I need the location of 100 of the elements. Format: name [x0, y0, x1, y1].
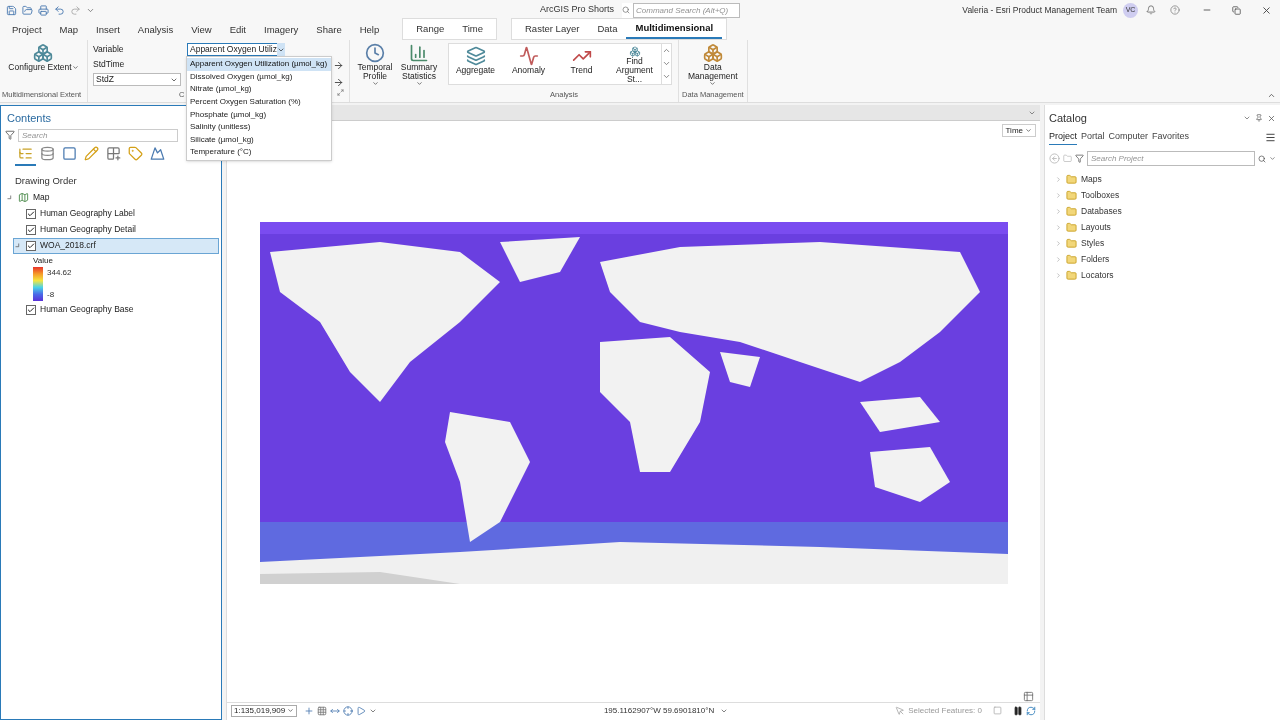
folder-icon: [1066, 237, 1077, 249]
ribbon-tab[interactable]: Project: [3, 20, 51, 40]
data-management-button[interactable]: Data Management: [682, 43, 743, 89]
gallery-item[interactable]: Find Argument St...: [608, 44, 661, 84]
layer-row[interactable]: Map: [5, 189, 219, 206]
layer-name: Human Geography Detail: [40, 223, 136, 237]
ribbon-tab[interactable]: Map: [50, 20, 88, 40]
cube-icon: [33, 43, 54, 63]
help-icon[interactable]: [1170, 5, 1180, 15]
mountain-icon: [150, 146, 165, 161]
menu-option[interactable]: Temperature (°C): [187, 146, 331, 159]
gallery-item[interactable]: Anomaly: [502, 44, 555, 84]
layer-list-icon: [18, 146, 33, 161]
pin-icon[interactable]: [1255, 114, 1263, 123]
catalog-tab[interactable]: Project: [1049, 129, 1077, 145]
item-name: Databases: [1081, 204, 1122, 218]
collapse-ribbon-icon[interactable]: [1267, 91, 1276, 100]
command-search-field[interactable]: Command Search (Alt+Q): [633, 2, 740, 18]
menu-option[interactable]: Dissolved Oxygen (µmol_kg): [187, 70, 331, 84]
restore-icon[interactable]: [1232, 5, 1241, 15]
menu-option[interactable]: Silicate (µmol_kg): [187, 133, 331, 147]
catalog-tab[interactable]: Favorites: [1152, 129, 1190, 145]
open-icon[interactable]: [22, 4, 33, 16]
scale-field[interactable]: 1:135,019,909: [231, 704, 297, 717]
layer-row[interactable]: Human Geography Detail: [13, 221, 219, 238]
time-button[interactable]: Time: [1001, 124, 1036, 137]
tool-button[interactable]: Summary Statistics: [400, 43, 438, 89]
undo-icon[interactable]: [54, 4, 65, 16]
redo-icon[interactable]: [70, 4, 81, 16]
close-icon[interactable]: [1267, 113, 1276, 123]
tool-button[interactable]: Temporal Profile: [356, 43, 394, 89]
dialog-launcher-icon[interactable]: [337, 88, 344, 96]
search-field[interactable]: Search Project: [1087, 151, 1255, 166]
menu-option[interactable]: Phosphate (µmol_kg): [187, 108, 331, 121]
catalog-tab[interactable]: Portal: [1081, 129, 1105, 145]
navigate-icon[interactable]: [356, 705, 366, 716]
pencil-icon: [84, 146, 99, 161]
selection-icon: [62, 146, 77, 161]
map-icon: [18, 192, 29, 204]
ribbon-tab[interactable]: Share: [307, 20, 351, 40]
checkbox[interactable]: [26, 304, 36, 315]
menu-option[interactable]: Nitrate (µmol_kg): [187, 83, 331, 96]
gallery-item[interactable]: Trend: [555, 44, 608, 84]
ribbon-tab[interactable]: Insert: [87, 20, 129, 40]
menu-option[interactable]: Percent Oxygen Saturation (%): [187, 95, 331, 109]
caret-icon: [71, 64, 79, 71]
folder-icon[interactable]: [1063, 154, 1072, 163]
close-icon[interactable]: [1261, 4, 1272, 16]
checkbox[interactable]: [26, 240, 36, 251]
ribbon-tab[interactable]: Time: [453, 19, 492, 39]
configure-extent-button[interactable]: Configure Extent: [8, 43, 79, 89]
coordinates: 195.1162907°W 59.6901810°N: [603, 704, 715, 717]
window-title: ArcGIS Pro Shorts: [540, 3, 616, 17]
ribbon-tab[interactable]: Analysis: [128, 20, 183, 40]
notification-icon[interactable]: [1146, 5, 1156, 15]
ribbon-tab[interactable]: Help: [350, 20, 389, 40]
checkbox[interactable]: [26, 208, 36, 219]
ribbon-tab[interactable]: Imagery: [255, 20, 308, 40]
search-icon[interactable]: [1258, 154, 1266, 163]
gallery-item[interactable]: Aggregate: [449, 44, 502, 84]
filter-icon[interactable]: [1075, 154, 1084, 163]
layer-row[interactable]: Human Geography Label: [13, 205, 219, 222]
checkbox[interactable]: [26, 224, 36, 235]
caret-icon: [1025, 127, 1032, 134]
add-grid-icon[interactable]: [304, 705, 314, 716]
layer-row[interactable]: Human Geography Base: [13, 301, 219, 318]
catalog-tab[interactable]: Computer: [1108, 129, 1149, 145]
arrow-icon[interactable]: [333, 77, 344, 88]
table-icon[interactable]: [1023, 691, 1034, 702]
stdz-dropdown[interactable]: StdZ: [93, 73, 181, 86]
filter-icon[interactable]: [5, 130, 15, 140]
ribbon-tab[interactable]: Range: [407, 19, 454, 39]
ribbon-tab[interactable]: View: [182, 20, 221, 40]
layer-row[interactable]: WOA_2018.crf: [13, 237, 219, 254]
back-icon[interactable]: [1049, 153, 1060, 164]
ribbon-tab[interactable]: Data: [588, 19, 627, 39]
menu-icon[interactable]: [1265, 131, 1276, 143]
menu-option[interactable]: Apparent Oxygen Utilization (µmol_kg): [187, 58, 331, 71]
ribbon-tab[interactable]: Edit: [220, 20, 255, 40]
pane-title: Contents: [7, 111, 52, 126]
ribbon-tab[interactable]: Raster Layer: [516, 19, 589, 39]
grid-icon[interactable]: [317, 705, 327, 716]
search-field[interactable]: Search: [18, 128, 178, 142]
legend-max: 344.62: [47, 266, 72, 279]
caret-icon: [415, 80, 423, 87]
clock-chart-icon: [365, 43, 385, 63]
arrow-icon[interactable]: [333, 60, 344, 71]
variable-dropdown[interactable]: Apparent Oxygen Utiliz: [187, 43, 283, 56]
folder-icon: [1066, 221, 1077, 233]
folder-icon: [1066, 205, 1077, 217]
legend-title: Value: [33, 254, 54, 267]
statistics-icon: [409, 43, 429, 63]
pause-icon[interactable]: [1013, 705, 1023, 716]
pane-title: Catalog: [1049, 111, 1088, 126]
caret-icon[interactable]: [1269, 155, 1276, 162]
field-label: StdTime: [93, 58, 126, 70]
search-icon: [622, 6, 630, 14]
section-heading: Drawing Order: [15, 173, 78, 188]
menu-option[interactable]: Salinity (unitless): [187, 120, 331, 134]
crosshair-icon[interactable]: [343, 705, 353, 716]
